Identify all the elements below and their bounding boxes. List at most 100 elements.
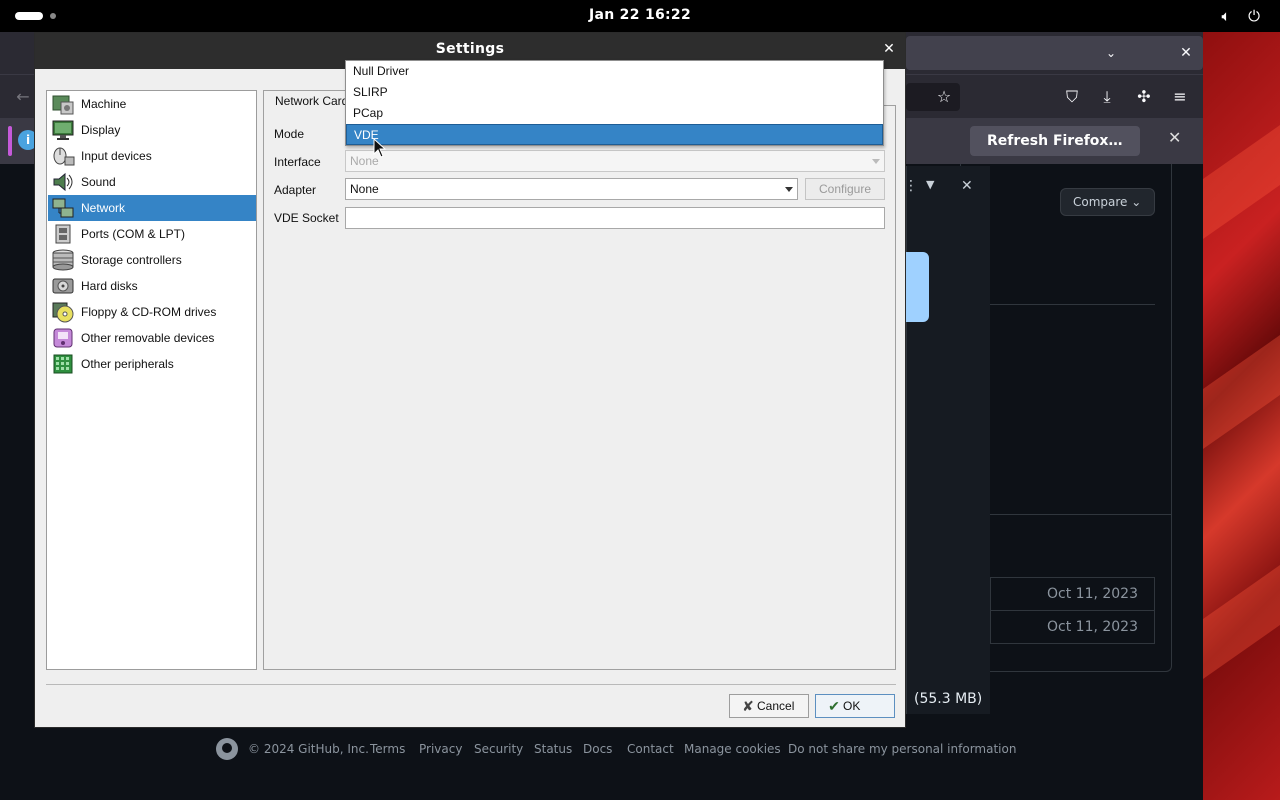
- cancel-button[interactable]: ✘ Cancel: [729, 694, 809, 718]
- button-separator: [46, 684, 896, 685]
- hard-disk-icon: [52, 278, 74, 294]
- footer-link-do-not-share[interactable]: Do not share my personal information: [788, 742, 1016, 756]
- extensions-icon[interactable]: ✣: [1133, 86, 1155, 108]
- chevron-down-icon: ⌄: [1131, 195, 1142, 209]
- asset-date: Oct 11, 2023: [990, 610, 1155, 644]
- vde-socket-input[interactable]: [345, 207, 885, 229]
- vde-socket-label: VDE Socket: [274, 211, 339, 225]
- close-icon[interactable]: ✕: [881, 41, 897, 57]
- category-label: Floppy & CD-ROM drives: [81, 305, 217, 319]
- adapter-value: None: [350, 182, 379, 196]
- back-icon[interactable]: ←: [12, 86, 34, 108]
- footer-copyright: © 2024 GitHub, Inc.: [248, 742, 369, 756]
- machine-icon: [52, 95, 74, 115]
- download-progress-block: [906, 252, 929, 322]
- sound-icon: [53, 172, 73, 192]
- ok-check-icon: ✔: [828, 698, 840, 714]
- ok-button[interactable]: ✔ OK: [815, 694, 895, 718]
- category-item-floppy-cdrom[interactable]: Floppy & CD-ROM drives: [48, 299, 256, 325]
- cdrom-icon: [52, 302, 74, 323]
- volume-icon[interactable]: 🔈︎: [1216, 6, 1236, 26]
- firefox-active-tab[interactable]: [906, 36, 1203, 70]
- category-item-other-peripherals[interactable]: Other peripherals: [48, 351, 256, 377]
- category-item-removable-devices[interactable]: Other removable devices: [48, 325, 256, 351]
- category-item-hard-disks[interactable]: Hard disks: [48, 273, 256, 299]
- workspace-indicator-active: [15, 12, 43, 20]
- chevron-down-icon: [785, 187, 793, 192]
- interface-label: Interface: [274, 155, 321, 169]
- category-item-ports[interactable]: Ports (COM & LPT): [48, 221, 256, 247]
- display-icon: [52, 120, 74, 140]
- category-item-machine[interactable]: Machine: [48, 91, 256, 117]
- panel-close-icon[interactable]: ✕: [961, 178, 973, 194]
- mode-option-slirp[interactable]: SLIRP: [346, 82, 883, 103]
- removable-icon: [53, 328, 73, 348]
- wallpaper-stripe: [1203, 335, 1280, 449]
- workspace-indicator-inactive: [50, 13, 56, 19]
- category-item-display[interactable]: Display: [48, 117, 256, 143]
- footer-link-security[interactable]: Security: [474, 742, 523, 756]
- wallpaper-stripe: [1203, 565, 1280, 679]
- activities-button[interactable]: [15, 12, 56, 20]
- pocket-icon[interactable]: ⛉: [1061, 86, 1083, 108]
- window-close-icon[interactable]: ✕: [1175, 42, 1197, 64]
- footer-link-privacy[interactable]: Privacy: [419, 742, 462, 756]
- menu-hamburger-icon[interactable]: ≡: [1169, 86, 1191, 108]
- mode-option-pcap[interactable]: PCap: [346, 103, 883, 124]
- tab-list-chevron-icon[interactable]: ⌄: [1100, 42, 1122, 64]
- category-label: Input devices: [81, 149, 152, 163]
- mouse-cursor-icon: [373, 138, 387, 158]
- bookmark-star-icon[interactable]: ☆: [933, 86, 955, 108]
- input-devices-icon: [53, 147, 75, 166]
- dialog-title: Settings: [435, 41, 505, 57]
- network-icon: [52, 198, 74, 218]
- category-label: Network: [81, 201, 126, 215]
- category-label: Other peripherals: [81, 357, 174, 371]
- asset-date: Oct 11, 2023: [990, 577, 1155, 611]
- mode-dropdown-list: Null Driver SLIRP PCap VDE: [345, 60, 884, 146]
- cancel-label: Cancel: [757, 699, 795, 713]
- github-logo-icon[interactable]: [216, 738, 238, 760]
- gnome-top-bar: Jan 22 16:22 🔈︎ ⏻: [0, 0, 1280, 32]
- mode-option-vde[interactable]: VDE: [346, 124, 883, 145]
- cancel-x-icon: ✘: [742, 698, 754, 714]
- compare-button[interactable]: Compare ⌄: [1060, 188, 1155, 216]
- category-label: Other removable devices: [81, 331, 215, 345]
- footer-link-contact[interactable]: Contact: [627, 742, 674, 756]
- footer-link-manage-cookies[interactable]: Manage cookies: [684, 742, 781, 756]
- notification-close-icon[interactable]: ✕: [1168, 128, 1181, 147]
- category-item-sound[interactable]: Sound: [48, 169, 256, 195]
- category-label: Display: [81, 123, 121, 137]
- desktop-wallpaper: [1203, 32, 1280, 800]
- compare-label: Compare: [1073, 195, 1128, 209]
- interface-combo: None: [345, 150, 885, 172]
- power-icon[interactable]: ⏻: [1244, 6, 1264, 26]
- configure-button: Configure: [805, 178, 885, 200]
- download-size: (55.3 MB): [914, 691, 983, 707]
- footer-link-docs[interactable]: Docs: [583, 742, 612, 756]
- adapter-combo[interactable]: None: [345, 178, 798, 200]
- tab-network-card[interactable]: Network Card: [263, 90, 349, 108]
- panel-dropdown-icon[interactable]: ▼: [926, 178, 934, 191]
- ok-label: OK: [843, 699, 861, 713]
- tab-label: Network Card: [275, 94, 349, 108]
- wallpaper-stripe: [1203, 125, 1280, 239]
- peripherals-icon: [53, 354, 73, 374]
- divider: [990, 514, 1171, 515]
- panel-menu-icon[interactable]: ⋮: [904, 178, 918, 194]
- category-item-network[interactable]: Network: [48, 195, 256, 221]
- notification-accent: [8, 126, 12, 156]
- refresh-firefox-button[interactable]: Refresh Firefox…: [970, 126, 1140, 156]
- footer-link-status[interactable]: Status: [534, 742, 572, 756]
- footer-link-terms[interactable]: Terms: [370, 742, 405, 756]
- clock[interactable]: Jan 22 16:22: [560, 7, 720, 23]
- category-label: Machine: [81, 97, 127, 111]
- category-item-storage-controllers[interactable]: Storage controllers: [48, 247, 256, 273]
- category-list: Machine Display Input devices Sound Netw…: [46, 90, 257, 670]
- category-label: Sound: [81, 175, 116, 189]
- mode-option-null-driver[interactable]: Null Driver: [346, 61, 883, 82]
- downloads-icon[interactable]: ⤓: [1096, 86, 1118, 108]
- chevron-down-icon: [872, 159, 880, 164]
- mode-label: Mode: [274, 127, 305, 141]
- category-item-input-devices[interactable]: Input devices: [48, 143, 256, 169]
